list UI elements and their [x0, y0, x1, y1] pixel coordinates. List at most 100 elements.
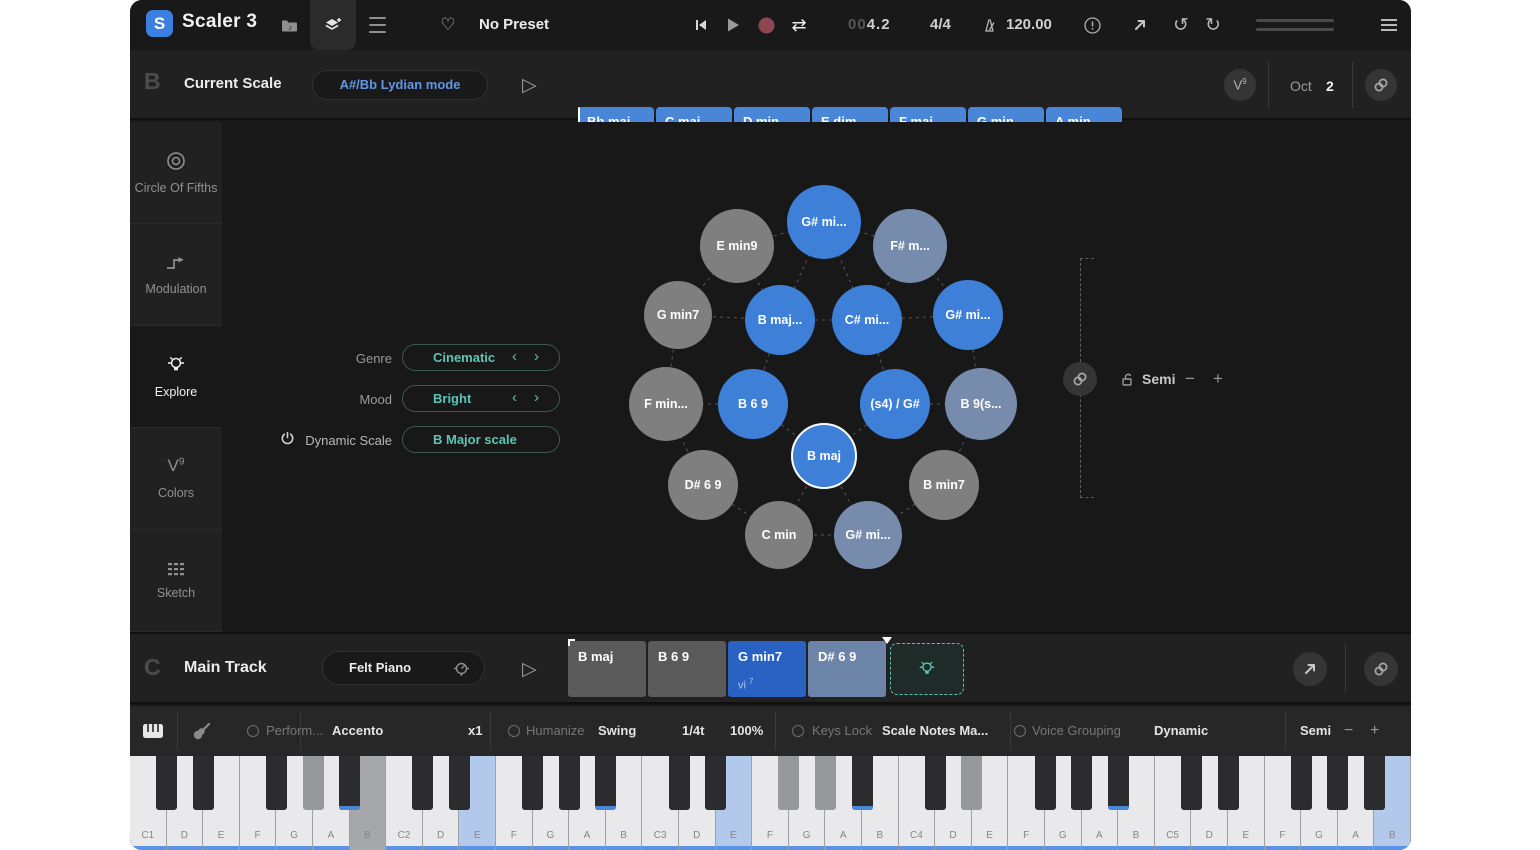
piano-black-key-F#1[interactable] [266, 756, 287, 810]
piano-black-key-D#4[interactable] [961, 756, 982, 810]
piano-black-key-D#2[interactable] [449, 756, 470, 810]
wheel-chord-node[interactable]: B maj... [745, 285, 815, 355]
wheel-chord-node[interactable]: G# mi... [787, 185, 861, 259]
time-signature[interactable]: 4/4 [930, 0, 951, 50]
wheel-chord-node[interactable]: B 6 9 [718, 369, 788, 439]
semi-plus-button[interactable]: + [1213, 369, 1223, 389]
keyslock-value[interactable]: Scale Notes Ma... [882, 706, 988, 756]
piano-black-key-G#4[interactable] [1071, 756, 1092, 810]
sidebar-item-colors[interactable]: V9 Colors [130, 428, 222, 530]
genre-selector[interactable]: Cinematic ‹ › [402, 344, 560, 371]
sidebar-item-circle-of-fifths[interactable]: Circle Of Fifths [130, 122, 222, 224]
keyslock-radio[interactable] [792, 725, 804, 737]
instrument-dropdown[interactable]: Felt Piano [322, 651, 485, 685]
perform-value[interactable]: Accento [332, 706, 383, 756]
favorite-heart-icon[interactable]: ♡ [438, 0, 458, 50]
sidebar-item-modulation[interactable]: Modulation [130, 224, 222, 326]
skip-start-icon[interactable] [692, 0, 710, 50]
chevron-right-icon[interactable]: › [534, 345, 539, 369]
mood-selector[interactable]: Bright ‹ › [402, 385, 560, 412]
keyboard-semi-minus-button[interactable]: − [1344, 706, 1353, 756]
piano-black-key-F#2[interactable] [522, 756, 543, 810]
share-arrow-icon[interactable] [1130, 0, 1150, 50]
humanize-value[interactable]: Swing [598, 706, 636, 756]
piano-black-key-A#5[interactable] [1364, 756, 1385, 810]
tempo-value[interactable]: 120.00 [1006, 0, 1052, 50]
semi-minus-button[interactable]: − [1185, 369, 1195, 389]
track-link-button[interactable] [1364, 652, 1398, 686]
redo-icon[interactable]: ↻ [1202, 0, 1224, 50]
track-export-button[interactable] [1293, 652, 1327, 686]
piano-black-key-A#2[interactable] [595, 756, 616, 810]
wheel-chord-node[interactable]: G min7 [644, 281, 712, 349]
voice-grouping-value[interactable]: Dynamic [1154, 706, 1208, 756]
wheel-chord-node[interactable]: F# m... [873, 209, 947, 283]
info-icon[interactable] [1082, 0, 1102, 50]
piano-black-key-G#1[interactable] [303, 756, 324, 810]
undo-icon[interactable]: ↺ [1170, 0, 1192, 50]
piano-black-key-F#3[interactable] [778, 756, 799, 810]
sidebar-item-explore[interactable]: Explore [130, 326, 222, 428]
chevron-left-icon[interactable]: ‹ [512, 345, 517, 369]
scale-play-button[interactable]: ▷ [522, 74, 537, 97]
wheel-chord-node[interactable]: E min9 [700, 209, 774, 283]
piano-black-key-C#4[interactable] [925, 756, 946, 810]
piano-black-key-D#5[interactable] [1218, 756, 1239, 810]
wheel-link-button[interactable] [1063, 362, 1097, 396]
piano-black-key-C#1[interactable] [156, 756, 177, 810]
piano-black-key-G#3[interactable] [815, 756, 836, 810]
scale-link-button[interactable] [1365, 69, 1397, 101]
wheel-chord-node[interactable]: C min [745, 501, 813, 569]
perform-multiplier[interactable]: x1 [468, 706, 482, 756]
piano-black-key-D#1[interactable] [193, 756, 214, 810]
humanize-rate[interactable]: 1/4t [682, 706, 704, 756]
wheel-chord-node[interactable]: C# mi... [832, 285, 902, 355]
track-chord-slot[interactable]: B maj [568, 641, 646, 697]
humanize-radio[interactable] [508, 725, 520, 737]
chevron-left-icon[interactable]: ‹ [512, 386, 517, 410]
guitar-view-icon[interactable] [192, 722, 212, 741]
loop-icon[interactable]: ⇄ [788, 0, 810, 50]
voice-grouping-radio[interactable] [1014, 725, 1026, 737]
wheel-chord-node[interactable]: G# mi... [834, 501, 902, 569]
keyboard-semi-plus-button[interactable]: + [1370, 706, 1379, 756]
piano-black-key-G#5[interactable] [1327, 756, 1348, 810]
track-chord-slot[interactable]: G min7vi 7 [728, 641, 806, 697]
piano-black-key-F#4[interactable] [1035, 756, 1056, 810]
keyboard-view-icon[interactable] [142, 723, 164, 739]
sidebar-item-sketch[interactable]: Sketch [130, 530, 222, 632]
humanize-amount[interactable]: 100% [730, 706, 763, 756]
wheel-chord-node[interactable]: B maj [791, 423, 857, 489]
track-chord-slot[interactable]: D# 6 9 [808, 641, 886, 697]
voicing-button[interactable]: V9 [1224, 69, 1256, 101]
browser-folder-icon[interactable]: ♪ [278, 0, 300, 50]
main-menu-icon[interactable] [1378, 0, 1400, 50]
track-play-button[interactable]: ▷ [522, 658, 537, 681]
perform-radio[interactable] [247, 725, 259, 737]
preset-name[interactable]: No Preset [479, 0, 549, 50]
piano-black-key-A#3[interactable] [852, 756, 873, 810]
wheel-chord-node[interactable]: B 9(s... [945, 368, 1017, 440]
piano-black-key-A#4[interactable] [1108, 756, 1129, 810]
song-list-icon[interactable] [367, 0, 387, 50]
play-icon[interactable] [722, 0, 744, 50]
piano-black-key-C#2[interactable] [412, 756, 433, 810]
suggest-chord-dropzone[interactable] [890, 643, 964, 695]
octave-value[interactable]: 2 [1326, 78, 1334, 94]
record-icon[interactable] [756, 0, 776, 50]
volume-slider[interactable] [1255, 0, 1335, 50]
wheel-chord-node[interactable]: B min7 [909, 450, 979, 520]
piano-black-key-A#1[interactable] [339, 756, 360, 810]
piano-black-key-D#3[interactable] [705, 756, 726, 810]
wheel-chord-node[interactable]: F min... [629, 367, 703, 441]
piano-black-key-F#5[interactable] [1291, 756, 1312, 810]
performance-knob-icon[interactable] [453, 660, 470, 677]
track-chord-slot[interactable]: B 6 9 [648, 641, 726, 697]
piano-black-key-G#2[interactable] [559, 756, 580, 810]
unlock-icon[interactable] [1120, 372, 1135, 387]
wheel-chord-node[interactable]: G# mi... [933, 280, 1003, 350]
piano-black-key-C#3[interactable] [669, 756, 690, 810]
tab-session-active[interactable] [310, 0, 356, 50]
wheel-chord-node[interactable]: D# 6 9 [668, 450, 738, 520]
dynamic-scale-selector[interactable]: B Major scale [402, 426, 560, 453]
